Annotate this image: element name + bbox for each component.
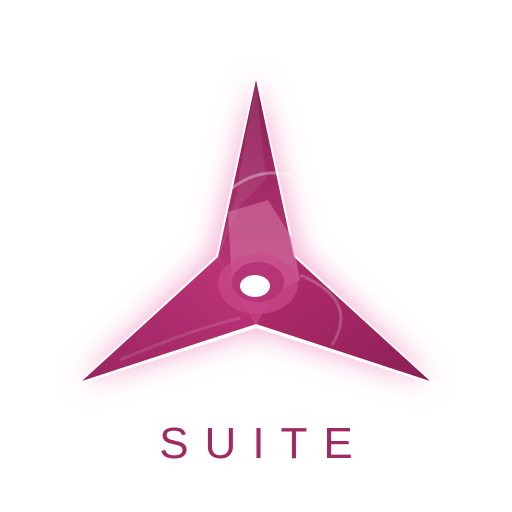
star-core: [218, 254, 298, 314]
logo-canvas: SUITE: [0, 0, 512, 512]
brand-wordmark: SUITE: [159, 419, 369, 468]
